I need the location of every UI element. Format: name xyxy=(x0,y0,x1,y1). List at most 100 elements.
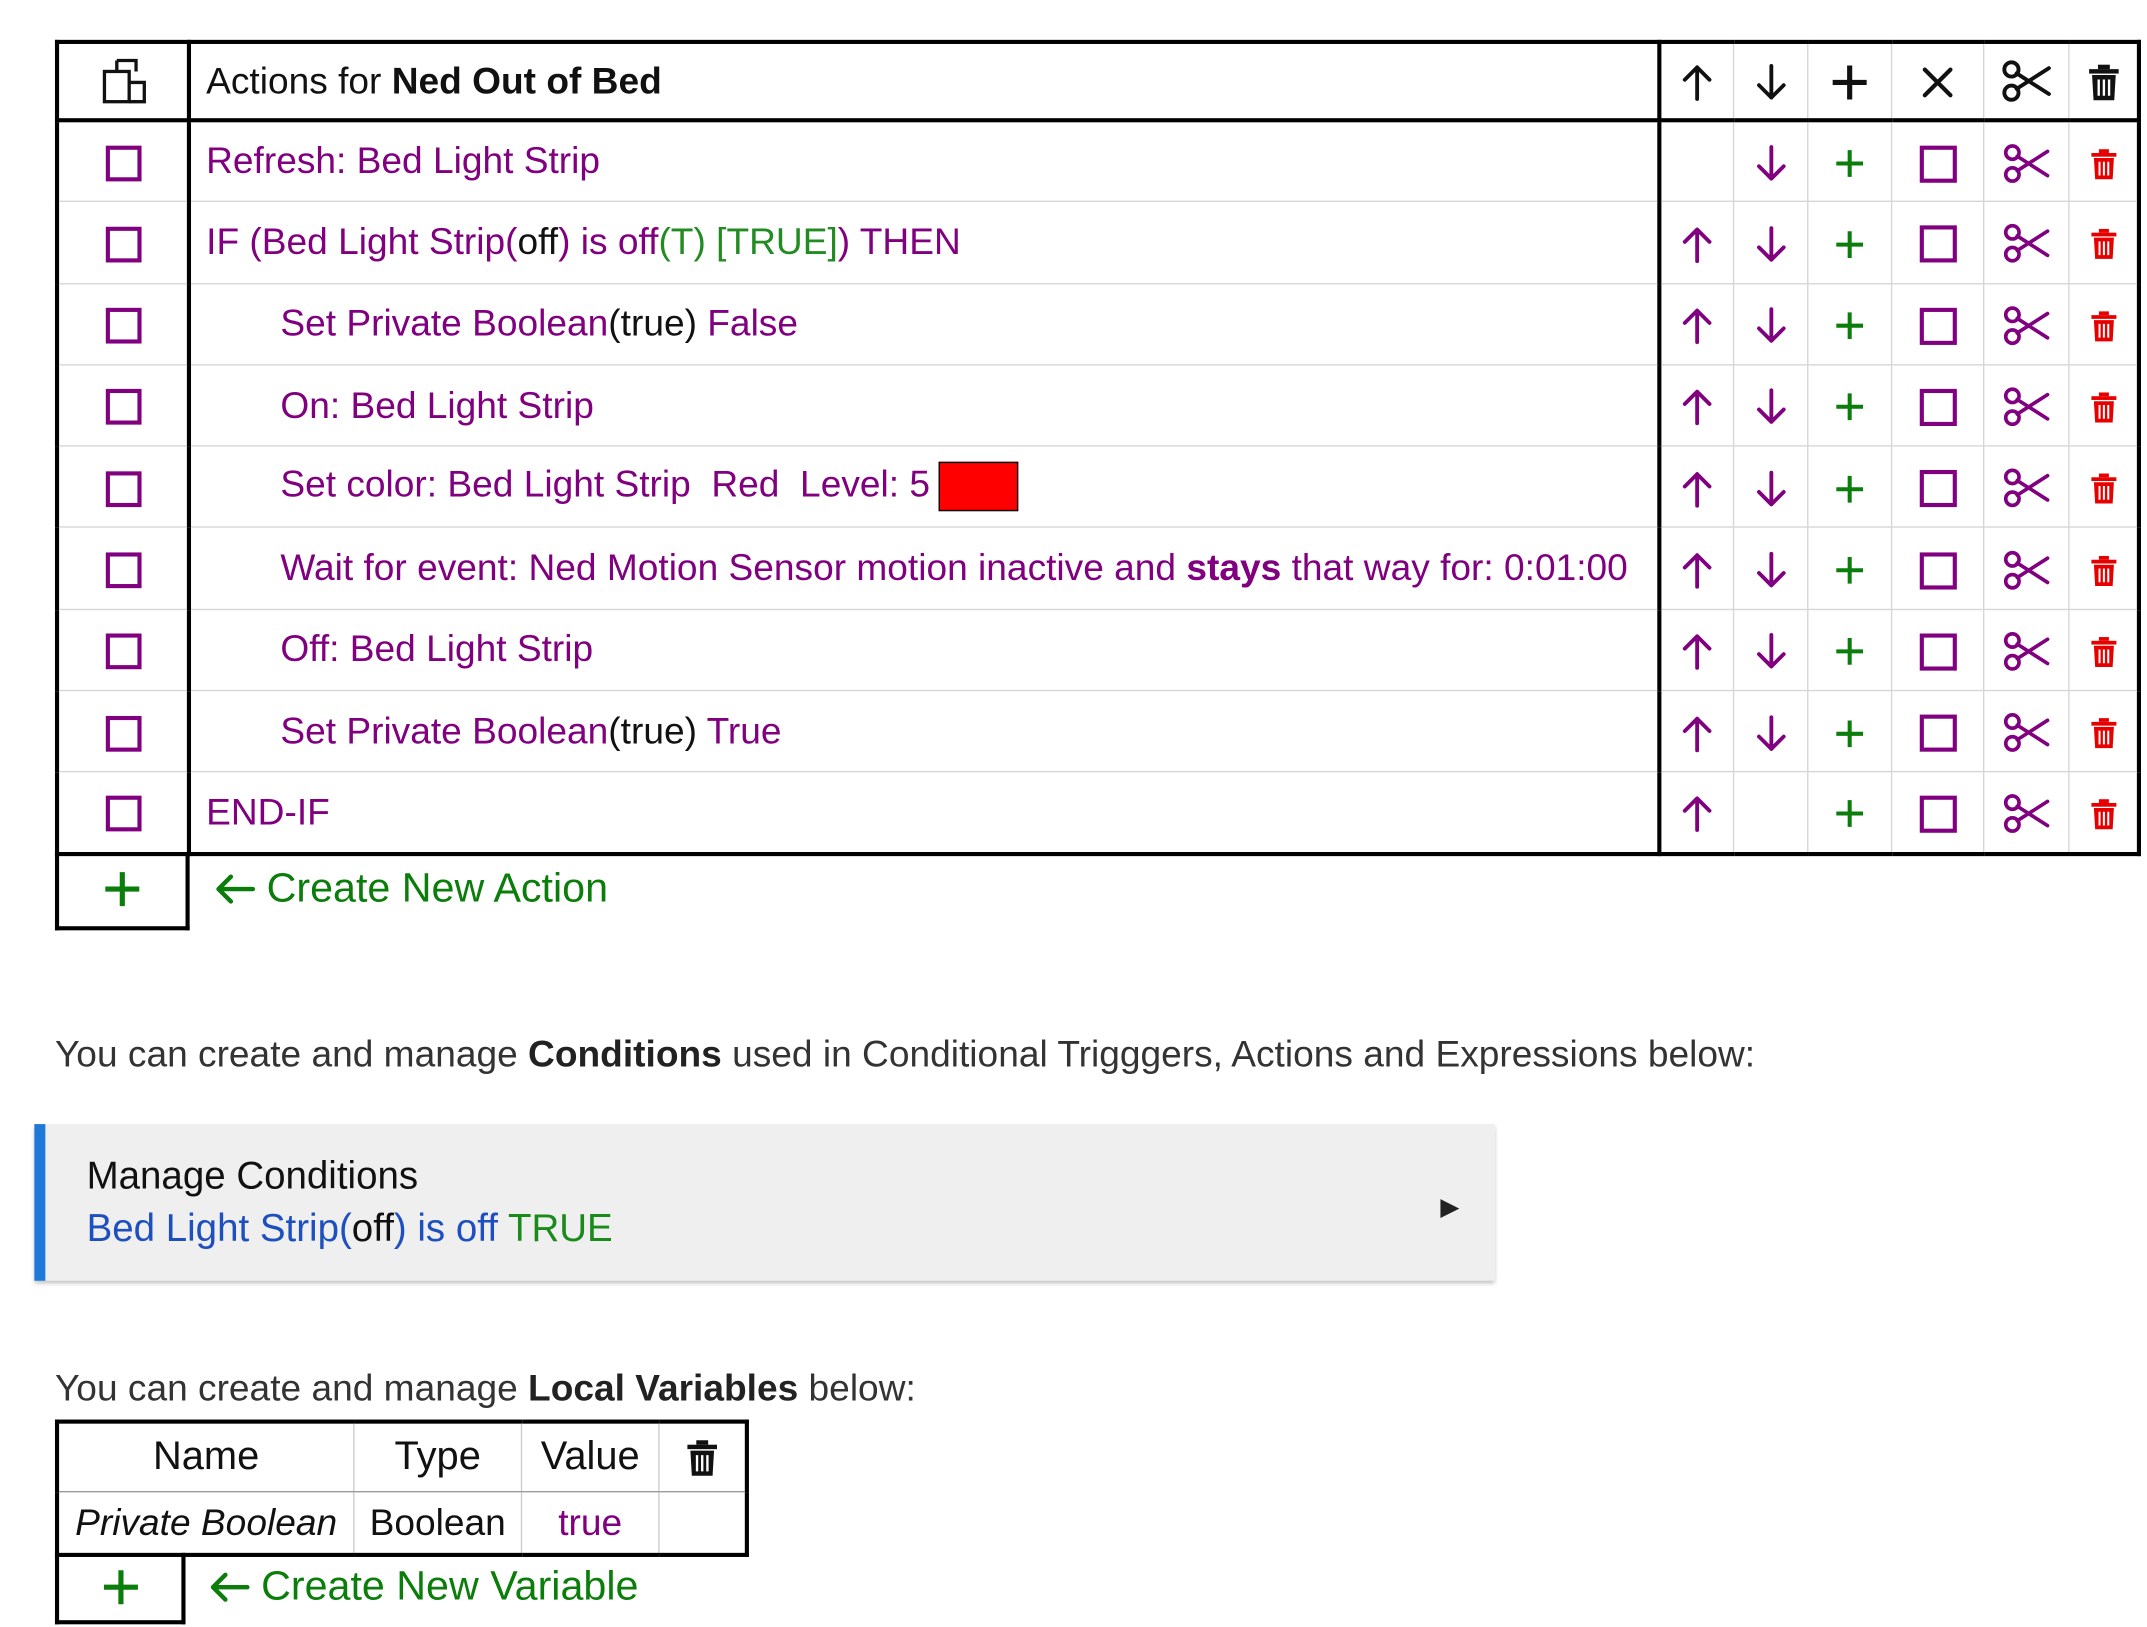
delete-button[interactable] xyxy=(2068,120,2142,203)
move-up-button[interactable] xyxy=(1659,283,1735,366)
row-select[interactable] xyxy=(54,283,192,366)
move-up-all-button[interactable] xyxy=(1659,39,1735,123)
select-box-button[interactable] xyxy=(1891,446,1985,529)
action-text[interactable]: On: Bed Light Strip xyxy=(188,364,1662,447)
checkbox-icon[interactable] xyxy=(105,633,141,670)
select-box-button[interactable] xyxy=(1891,201,1985,284)
create-action-plus-button[interactable] xyxy=(54,852,190,931)
checkbox-icon[interactable] xyxy=(105,226,141,263)
move-up-button[interactable] xyxy=(1659,690,1735,773)
move-up-button[interactable] xyxy=(1659,772,1735,856)
select-box-button[interactable] xyxy=(1891,364,1985,447)
move-down-button[interactable] xyxy=(1733,283,1809,366)
row-select[interactable] xyxy=(54,201,192,284)
action-text[interactable]: Wait for event: Ned Motion Sensor motion… xyxy=(188,527,1662,610)
expand-caret-icon[interactable]: ▶ xyxy=(1440,1193,1459,1222)
deselect-all-button[interactable] xyxy=(1891,39,1985,123)
select-all-cell[interactable] xyxy=(54,39,192,123)
move-down-button[interactable] xyxy=(1733,201,1809,284)
create-new-variable-link[interactable]: Create New Variable xyxy=(209,1564,638,1611)
action-text[interactable]: Set Private Boolean(true) False xyxy=(188,283,1662,366)
cut-button[interactable] xyxy=(1983,201,2070,284)
row-select[interactable] xyxy=(54,690,192,773)
insert-button[interactable] xyxy=(1807,364,1893,447)
cut-button[interactable] xyxy=(1983,772,2070,856)
move-up-button[interactable] xyxy=(1659,609,1735,692)
move-up-button[interactable] xyxy=(1659,446,1735,529)
move-up-button[interactable] xyxy=(1659,527,1735,610)
delete-all-button[interactable] xyxy=(2068,39,2142,123)
row-select[interactable] xyxy=(54,772,192,856)
checkbox-icon[interactable] xyxy=(105,145,141,182)
action-text[interactable]: Set Private Boolean(true) True xyxy=(188,690,1662,773)
row-select[interactable] xyxy=(54,446,192,529)
insert-button[interactable] xyxy=(1807,120,1893,203)
insert-button[interactable] xyxy=(1807,609,1893,692)
delete-variables-header[interactable] xyxy=(658,1419,749,1493)
checkbox-icon[interactable] xyxy=(105,715,141,752)
select-box-button[interactable] xyxy=(1891,772,1985,856)
move-down-button[interactable] xyxy=(1733,690,1809,773)
move-up-button[interactable] xyxy=(1659,364,1735,447)
row-select[interactable] xyxy=(54,527,192,610)
create-new-action-link[interactable]: Create New Action xyxy=(214,866,608,913)
create-variable-plus-button[interactable] xyxy=(54,1552,186,1625)
move-up-button[interactable] xyxy=(1659,201,1735,284)
copy-icon[interactable] xyxy=(100,58,147,105)
variable-name[interactable]: Private Boolean xyxy=(54,1491,355,1557)
select-box-button[interactable] xyxy=(1891,690,1985,773)
move-down-button[interactable] xyxy=(1733,527,1809,610)
cut-button[interactable] xyxy=(1983,690,2070,773)
move-down-button[interactable] xyxy=(1733,609,1809,692)
checkbox-icon[interactable] xyxy=(105,552,141,589)
cut-button[interactable] xyxy=(1983,120,2070,203)
cut-button[interactable] xyxy=(1983,364,2070,447)
action-text[interactable]: IF (Bed Light Strip(off) is off(T) [TRUE… xyxy=(188,201,1662,284)
plus-icon xyxy=(1835,311,1865,341)
insert-button[interactable] xyxy=(1807,527,1893,610)
action-text[interactable]: Off: Bed Light Strip xyxy=(188,609,1662,692)
insert-button[interactable] xyxy=(1807,283,1893,366)
insert-button[interactable] xyxy=(1807,772,1893,856)
action-text[interactable]: Refresh: Bed Light Strip xyxy=(188,120,1662,203)
move-down-button[interactable] xyxy=(1733,120,1809,203)
delete-button[interactable] xyxy=(2068,527,2142,610)
color-swatch xyxy=(938,462,1018,512)
checkbox-icon[interactable] xyxy=(105,796,141,832)
row-select[interactable] xyxy=(54,609,192,692)
delete-button[interactable] xyxy=(2068,772,2142,856)
checkbox-icon[interactable] xyxy=(105,470,141,507)
action-text[interactable]: END-IF xyxy=(188,772,1662,856)
select-box-button[interactable] xyxy=(1891,283,1985,366)
delete-button[interactable] xyxy=(2068,283,2142,366)
variable-row[interactable]: Private Boolean Boolean true xyxy=(54,1491,749,1557)
delete-button[interactable] xyxy=(2068,201,2142,284)
select-box-button[interactable] xyxy=(1891,120,1985,203)
insert-button[interactable] xyxy=(1807,690,1893,773)
checkbox-icon[interactable] xyxy=(105,389,141,426)
move-down-all-button[interactable] xyxy=(1733,39,1809,123)
move-down-button[interactable] xyxy=(1733,446,1809,529)
insert-all-button[interactable] xyxy=(1807,39,1893,123)
move-down-button[interactable] xyxy=(1733,364,1809,447)
manage-conditions-panel[interactable]: Manage Conditions Bed Light Strip(off) i… xyxy=(34,1124,1496,1281)
delete-button[interactable] xyxy=(2068,609,2142,692)
checkbox-icon[interactable] xyxy=(105,307,141,344)
cut-all-button[interactable] xyxy=(1983,39,2070,123)
cut-button[interactable] xyxy=(1983,446,2070,529)
arrow-up-icon xyxy=(1681,225,1714,263)
select-box-button[interactable] xyxy=(1891,609,1985,692)
insert-button[interactable] xyxy=(1807,201,1893,284)
cut-button[interactable] xyxy=(1983,609,2070,692)
action-text[interactable]: Set color: Bed Light Strip Red Level: 5 xyxy=(188,446,1662,529)
variable-value[interactable]: true xyxy=(521,1491,660,1557)
delete-button[interactable] xyxy=(2068,446,2142,529)
delete-button[interactable] xyxy=(2068,364,2142,447)
cut-button[interactable] xyxy=(1983,283,2070,366)
row-select[interactable] xyxy=(54,364,192,447)
delete-button[interactable] xyxy=(2068,690,2142,773)
row-select[interactable] xyxy=(54,120,192,203)
cut-button[interactable] xyxy=(1983,527,2070,610)
select-box-button[interactable] xyxy=(1891,527,1985,610)
insert-button[interactable] xyxy=(1807,446,1893,529)
